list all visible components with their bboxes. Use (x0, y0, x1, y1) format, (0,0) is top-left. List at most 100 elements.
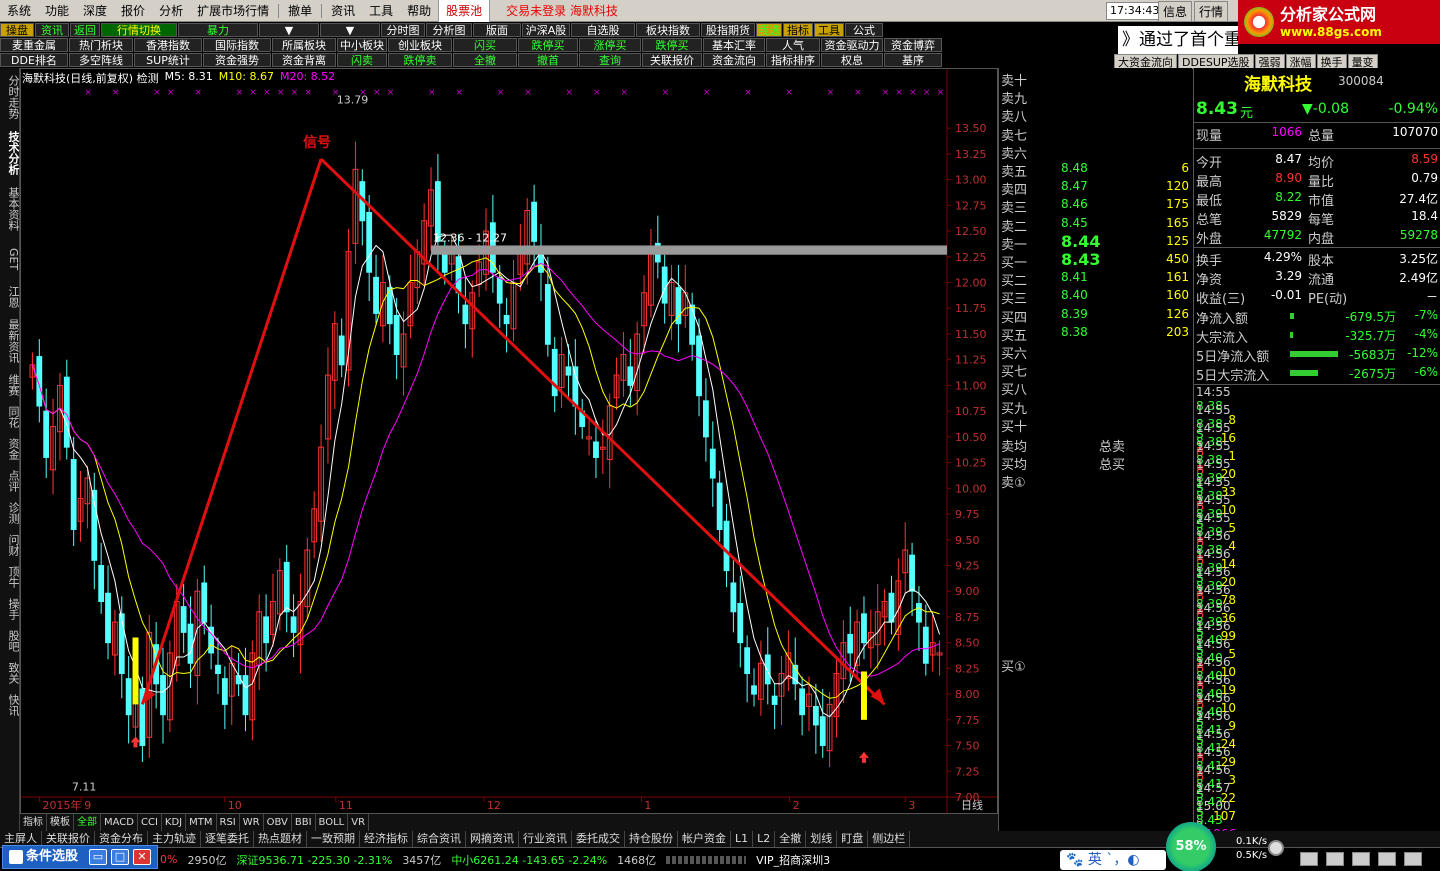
toolbar-btn-15[interactable]: 指标 (783, 23, 813, 37)
menu-item-10[interactable]: 股票池 (438, 0, 491, 23)
right-tab2-2[interactable]: 强弱 (1254, 54, 1285, 69)
indicator-tab-2[interactable]: 全部 (74, 814, 101, 831)
leftnav-item-8[interactable]: 资金 (1, 434, 20, 464)
toolbar2-btn-10[interactable]: 跌停买 (642, 38, 702, 52)
indicator-tab-8[interactable]: WR (240, 814, 264, 831)
toolbar3-btn-0[interactable]: DDE排名 (0, 53, 68, 67)
toolbar3-btn-7[interactable]: 全撤 (453, 53, 517, 67)
toolbar3-btn-5[interactable]: 闪卖 (337, 53, 387, 67)
toolbar3-btn-3[interactable]: 资金强势 (203, 53, 271, 67)
function-tab-6[interactable]: 一致预期 (307, 831, 360, 847)
right-tab2-4[interactable]: 换手 (1316, 54, 1347, 69)
toolbar-btn-6[interactable]: ▼ (320, 23, 380, 37)
function-tab-15[interactable]: L2 (753, 831, 776, 847)
maximize-icon[interactable]: □ (111, 849, 129, 865)
toolbar2-btn-7[interactable]: 闪买 (453, 38, 517, 52)
toolbar3-btn-9[interactable]: 查询 (579, 53, 641, 67)
leftnav-item-2[interactable]: 基本资料 (1, 182, 20, 236)
toolbar2-btn-11[interactable]: 基本汇率 (703, 38, 765, 52)
function-tab-4[interactable]: 逐笔委托 (201, 831, 254, 847)
right-tab2-1[interactable]: DDESUP选股 (1178, 54, 1254, 69)
toolbar2-btn-6[interactable]: 创业板块 (388, 38, 452, 52)
tray-icon[interactable] (1404, 852, 1422, 866)
toolbar2-btn-5[interactable]: 中小板块 (337, 38, 387, 52)
toolbar3-btn-8[interactable]: 撤首 (518, 53, 578, 67)
menu-item-4[interactable]: 分析 (152, 0, 190, 22)
news-marquee[interactable]: 》通过了首个重 (1118, 26, 1238, 54)
toolbar2-btn-14[interactable]: 资金博弈 (884, 38, 942, 52)
leftnav-item-5[interactable]: 最新资讯 (1, 314, 20, 368)
toolbar-btn-17[interactable]: 公式 (845, 23, 883, 37)
function-tab-11[interactable]: 委托成交 (572, 831, 625, 847)
menu-item-0[interactable]: 系统 (0, 0, 38, 22)
toolbar2-btn-12[interactable]: 人气 (766, 38, 820, 52)
indicator-tab-5[interactable]: KDJ (162, 814, 187, 831)
toolbar-btn-0[interactable]: 操盘 (0, 23, 34, 37)
toolbar2-btn-8[interactable]: 跌停买 (518, 38, 578, 52)
toolbar3-btn-4[interactable]: 资金背离 (272, 53, 336, 67)
function-tab-17[interactable]: 划线 (806, 831, 838, 847)
top-tab-0[interactable]: 信息 (1158, 1, 1193, 22)
function-tab-7[interactable]: 经济指标 (360, 831, 413, 847)
leftnav-item-11[interactable]: 问财 (1, 530, 20, 560)
menu-item-9[interactable]: 帮助 (400, 0, 438, 22)
right-tab2-5[interactable]: 量变 (1347, 54, 1378, 69)
toolbar2-btn-1[interactable]: 热门析块 (69, 38, 133, 52)
toolbar-btn-14[interactable]: 我选 (756, 23, 782, 37)
leftnav-item-4[interactable]: 江恩 (1, 282, 20, 312)
menu-item-8[interactable]: 工具 (362, 0, 400, 22)
leftnav-item-7[interactable]: 同花 (1, 402, 20, 432)
tray-icon[interactable] (1300, 852, 1318, 866)
toolbar-btn-2[interactable]: 返回 (70, 23, 100, 37)
toolbar2-btn-13[interactable]: 资金驱动力 (821, 38, 883, 52)
leftnav-item-3[interactable]: GET (1, 238, 20, 280)
leftnav-item-1[interactable]: 技术分析 (1, 126, 20, 180)
menu-item-5[interactable]: 扩展市场行情 (190, 0, 276, 22)
indicator-tab-12[interactable]: VR (348, 814, 370, 831)
close-icon[interactable]: ✕ (133, 849, 151, 865)
top-tab-1[interactable]: 行情 (1194, 1, 1229, 22)
indicator-tab-10[interactable]: BBI (292, 814, 316, 831)
leftnav-item-15[interactable]: 致关 (1, 658, 20, 688)
toolbar-btn-12[interactable]: 板块指数 (636, 23, 700, 37)
leftnav-item-12[interactable]: 顶牛 (1, 562, 20, 592)
toolbar3-btn-6[interactable]: 跌停卖 (388, 53, 452, 67)
function-tab-12[interactable]: 持仓股份 (625, 831, 678, 847)
toolbar3-btn-10[interactable]: 关联报价 (642, 53, 702, 67)
toolbar2-btn-0[interactable]: 麦重金属 (0, 38, 68, 52)
toolbar-btn-5[interactable]: ▼ (259, 23, 319, 37)
toolbar-btn-11[interactable]: 自选股 (571, 23, 635, 37)
leftnav-item-16[interactable]: 快讯 (1, 690, 20, 720)
toolbar-btn-8[interactable]: 分析图 (426, 23, 472, 37)
toolbar2-btn-2[interactable]: 香港指数 (134, 38, 202, 52)
toolbar3-btn-12[interactable]: 指标排序 (766, 53, 820, 67)
function-tab-9[interactable]: 网摘资讯 (466, 831, 519, 847)
menu-item-1[interactable]: 功能 (38, 0, 76, 22)
toolbar3-btn-13[interactable]: 权息 (821, 53, 883, 67)
indicator-tab-4[interactable]: CCI (138, 814, 162, 831)
taskbar-window[interactable]: 条件选股 ▭ □ ✕ (2, 845, 158, 869)
toolbar2-btn-9[interactable]: 涨停买 (579, 38, 641, 52)
toolbar3-btn-11[interactable]: 资金流向 (703, 53, 765, 67)
function-tab-18[interactable]: 盯盘 (837, 831, 869, 847)
toolbar-btn-10[interactable]: 沪深A股 (522, 23, 570, 37)
toolbar2-btn-3[interactable]: 国际指数 (203, 38, 271, 52)
indicator-tab-6[interactable]: MTM (186, 814, 217, 831)
function-tab-19[interactable]: 侧边栏 (868, 831, 911, 847)
right-tab2-0[interactable]: 大资金流向 (1114, 54, 1177, 69)
indicator-tab-0[interactable]: 指标 (20, 814, 47, 831)
tray-icon[interactable] (1352, 852, 1370, 866)
tray-icon[interactable] (1326, 852, 1344, 866)
toolbar-btn-16[interactable]: 工具 (814, 23, 844, 37)
kline-chart[interactable]: 13.50 13.25 13.00 12.75 12.50 12.25 12.00 11.75… (20, 68, 998, 814)
function-tab-14[interactable]: L1 (731, 831, 754, 847)
tray-icon[interactable] (1378, 852, 1396, 866)
right-tab2-3[interactable]: 涨幅 (1285, 54, 1316, 69)
function-tab-8[interactable]: 综合资讯 (413, 831, 466, 847)
leftnav-item-13[interactable]: 操手 (1, 594, 20, 624)
toolbar-btn-4[interactable]: 暴力 (178, 23, 258, 37)
leftnav-item-6[interactable]: 维赛 (1, 370, 20, 400)
indicator-tab-7[interactable]: RSI (217, 814, 240, 831)
indicator-tab-1[interactable]: 模板 (47, 814, 74, 831)
function-tab-16[interactable]: 全撤 (775, 831, 807, 847)
